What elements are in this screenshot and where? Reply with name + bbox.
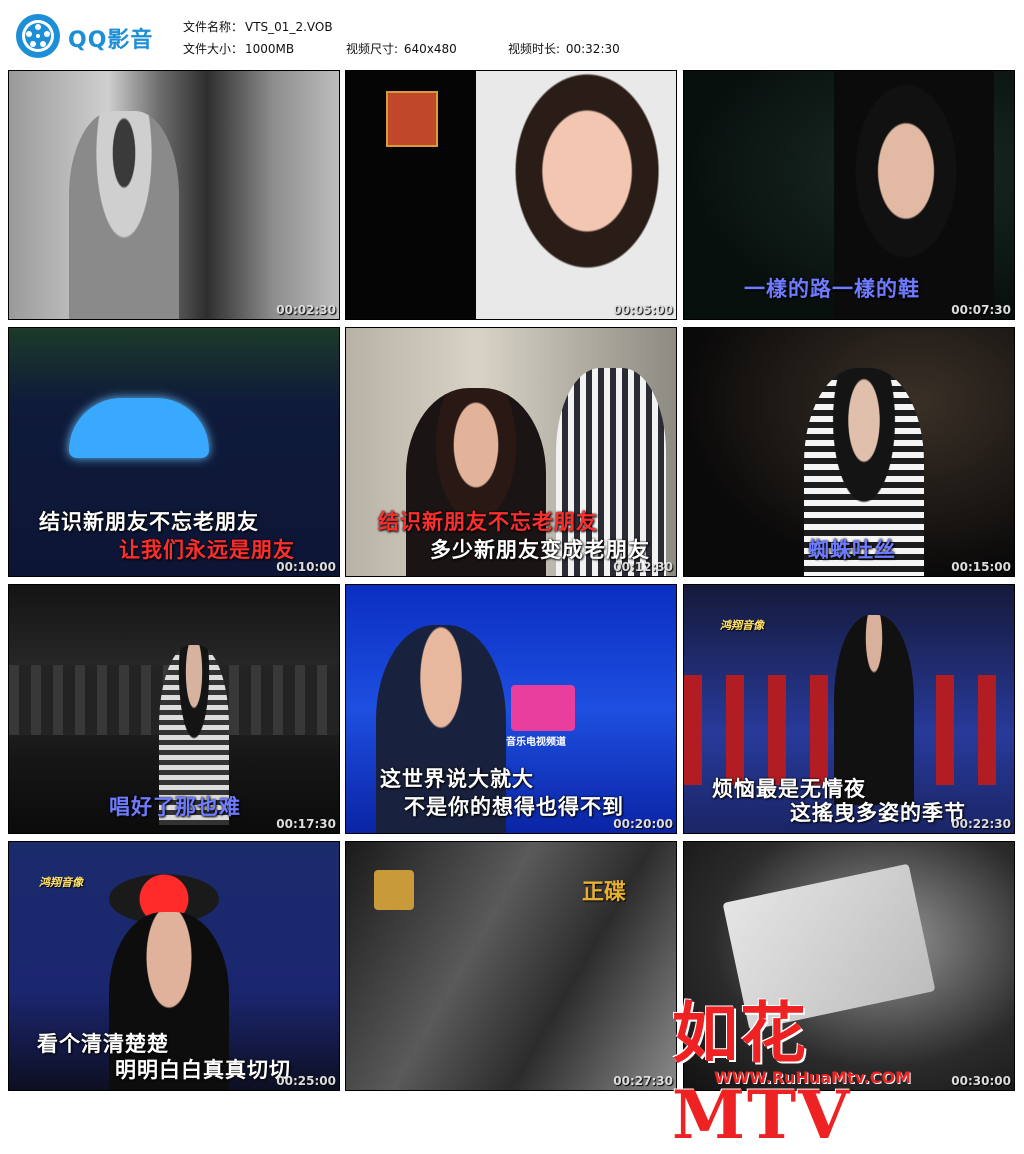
label-caption: 鸿翔音像 — [39, 876, 83, 889]
timestamp: 00:07:30 — [951, 303, 1011, 317]
timestamp: 00:17:30 — [276, 817, 336, 831]
video-dimension-row: 视频尺寸: 640x480 — [346, 40, 457, 57]
thumbnail-11[interactable]: 正碟 00:27:30 — [345, 841, 677, 1091]
subtitle-line-1: 蜘蛛吐丝 — [808, 538, 896, 562]
video-duration-label: 视频时长: — [508, 42, 564, 56]
qq-player-logo-icon — [16, 14, 60, 58]
subtitle-line-1: 结识新朋友不忘老朋友 — [378, 510, 598, 534]
file-name-row: 文件名称： VTS_01_2.VOB — [183, 18, 333, 35]
timestamp: 00:12:30 — [613, 560, 673, 574]
thumbnail-1[interactable]: 00:02:30 — [8, 70, 340, 320]
file-size-row: 文件大小： 1000MB — [183, 40, 294, 57]
site-watermark: 如花MTV WWW.RuHuaMtv.COM — [672, 980, 972, 1154]
label-caption: 鸿翔音像 — [720, 619, 764, 632]
app-name: QQ影音 — [68, 28, 154, 53]
subtitle-line-1: 结识新朋友不忘老朋友 — [39, 510, 259, 534]
subtitle-line-2: 让我们永远是朋友 — [119, 538, 295, 562]
subtitle-line-2: 这搖曳多姿的季节 — [790, 801, 966, 825]
thumbnail-6[interactable]: 蜘蛛吐丝 00:15:00 — [683, 327, 1015, 577]
video-dimension-value: 640x480 — [403, 42, 457, 56]
thumbnail-4[interactable]: 结识新朋友不忘老朋友 让我们永远是朋友 00:10:00 — [8, 327, 340, 577]
thumbnail-3[interactable]: 一樣的路一樣的鞋 00:07:30 — [683, 70, 1015, 320]
timestamp: 00:25:00 — [276, 1074, 336, 1088]
thumbnail-2[interactable]: 00:05:00 — [345, 70, 677, 320]
zhengdie-logo-icon — [374, 870, 414, 910]
timestamp: 00:15:00 — [951, 560, 1011, 574]
thumbnail-9[interactable]: 鸿翔音像 烦恼最是无情夜 这搖曳多姿的季节 00:22:30 — [683, 584, 1015, 834]
timestamp: 00:10:00 — [276, 560, 336, 574]
file-size-label: 文件大小： — [183, 42, 244, 56]
channel-logo-icon — [386, 91, 438, 147]
timestamp: 00:27:30 — [613, 1074, 673, 1088]
thumbnail-5[interactable]: 结识新朋友不忘老朋友 多少新朋友变成老朋友 00:12:30 — [345, 327, 677, 577]
subtitle-line-1: 这世界说大就大 — [380, 767, 534, 791]
video-dimension-label: 视频尺寸: — [346, 42, 402, 56]
video-duration-row: 视频时长: 00:32:30 — [508, 40, 620, 57]
timestamp: 00:22:30 — [951, 817, 1011, 831]
timestamp: 00:05:00 — [613, 303, 673, 317]
subtitle-line-1: 唱好了那也难 — [109, 795, 241, 819]
timestamp: 00:20:00 — [613, 817, 673, 831]
timestamp: 00:02:30 — [276, 303, 336, 317]
file-name-value: VTS_01_2.VOB — [245, 20, 333, 34]
mtv-channel-caption: 音乐电视频道 — [506, 737, 566, 748]
file-size-value: 1000MB — [245, 42, 295, 56]
thumbnail-10[interactable]: 鸿翔音像 看个清清楚楚 明明白白真真切切 00:25:00 — [8, 841, 340, 1091]
video-duration-value: 00:32:30 — [565, 42, 620, 56]
watermark-logo-text: 如花MTV — [672, 994, 852, 1154]
file-name-label: 文件名称： — [183, 20, 244, 34]
watermark-url: WWW.RuHuaMtv.COM — [714, 1068, 912, 1087]
thumbnail-8[interactable]: 音乐电视频道 这世界说大就大 不是你的想得也得不到 00:20:00 — [345, 584, 677, 834]
header: QQ影音 文件名称： VTS_01_2.VOB 文件大小： 1000MB 视频尺寸:… — [0, 0, 1024, 66]
subtitle-line-2: 不是你的想得也得不到 — [404, 795, 624, 819]
zhengdie-label: 正碟 — [582, 880, 627, 905]
mtv-logo-icon — [511, 685, 575, 731]
thumbnail-7[interactable]: 唱好了那也难 00:17:30 — [8, 584, 340, 834]
subtitle-line-2: 明明白白真真切切 — [115, 1058, 291, 1082]
subtitle-line-1: 一樣的路一樣的鞋 — [744, 277, 920, 301]
